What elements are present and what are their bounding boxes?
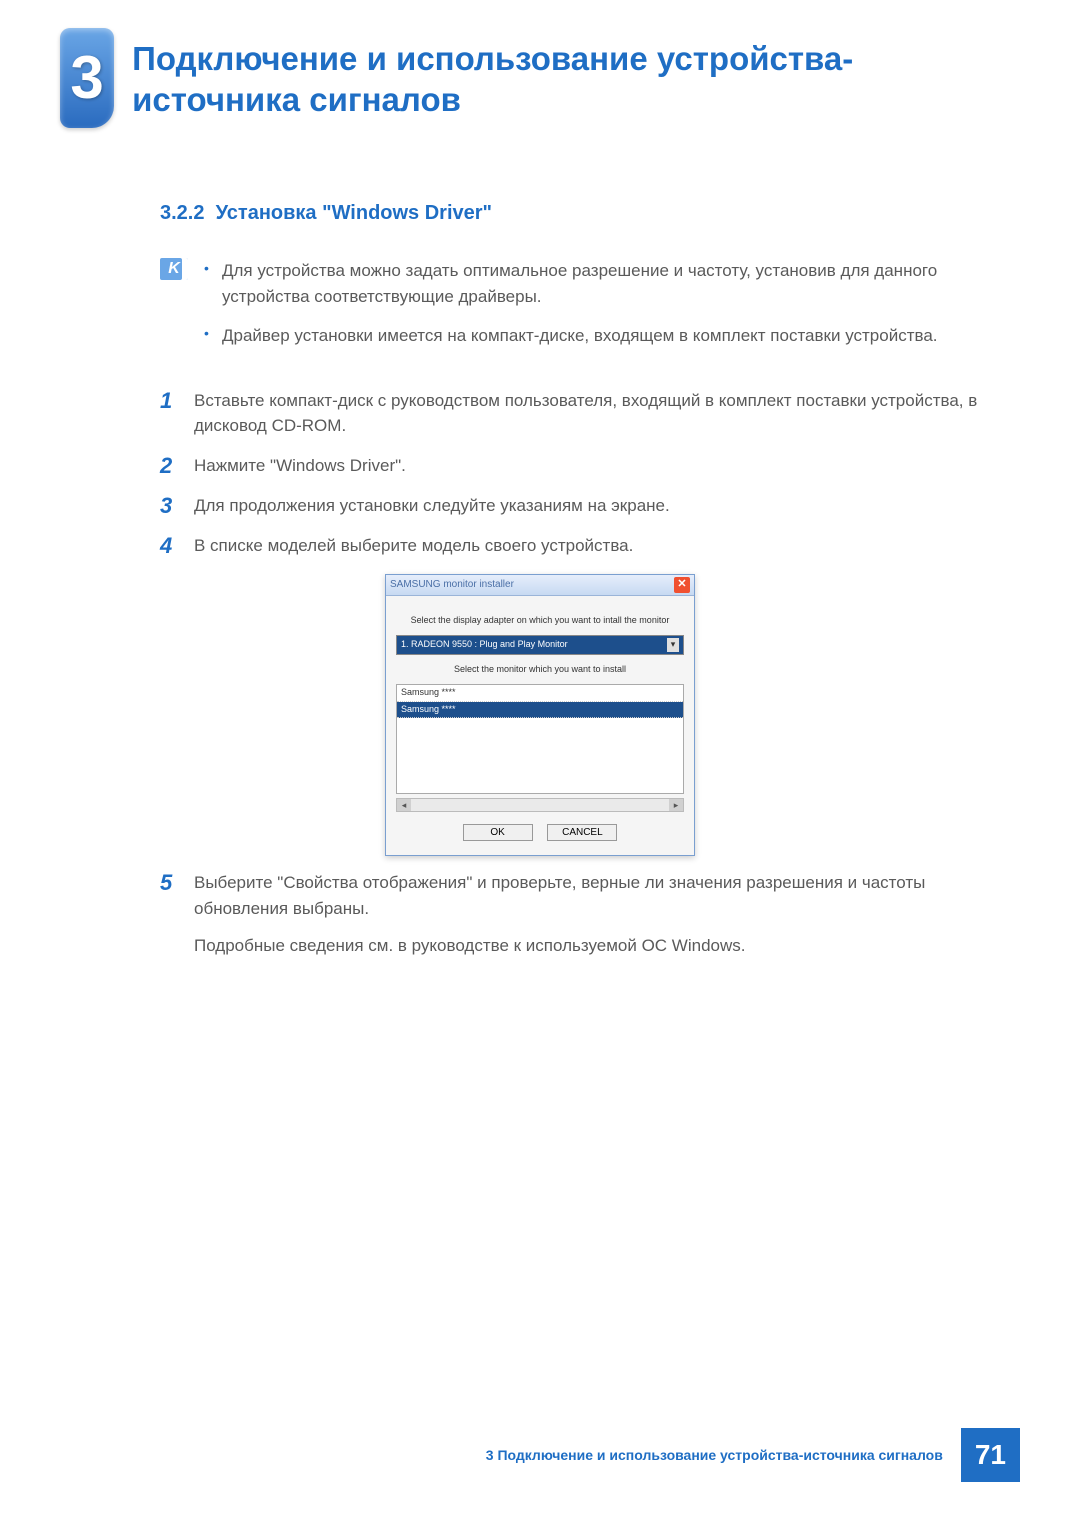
chapter-number: 3 [70, 33, 103, 123]
step-number: 4 [160, 533, 182, 559]
monitor-label: Select the monitor which you want to ins… [396, 663, 684, 677]
steps-list: 1 Вставьте компакт-диск с руководством п… [160, 388, 1020, 560]
horizontal-scrollbar[interactable]: ◂ ▸ [396, 798, 684, 812]
section-number: 3.2.2 [160, 202, 204, 224]
list-item[interactable]: Samsung **** [397, 685, 683, 702]
page-footer: 3 Подключение и использование устройства… [0, 1428, 1080, 1482]
note-block: K Для устройства можно задать оптимально… [160, 258, 1020, 363]
adapter-dropdown[interactable]: 1. RADEON 9550 : Plug and Play Monitor ▾ [396, 635, 684, 655]
footer-text: 3 Подключение и использование устройства… [468, 1428, 961, 1482]
step-text: В списке моделей выберите модель своего … [194, 533, 1020, 559]
installer-window: SAMSUNG monitor installer ✕ Select the d… [385, 574, 695, 857]
chevron-down-icon: ▾ [667, 638, 679, 652]
installer-titlebar: SAMSUNG monitor installer ✕ [386, 575, 694, 596]
step-text: Вставьте компакт-диск с руководством пол… [194, 388, 1020, 439]
steps-list-cont: 5 Выберите "Свойства отображения" и пров… [160, 870, 1020, 959]
step: 2 Нажмите "Windows Driver". [160, 453, 1020, 479]
step-number: 1 [160, 388, 182, 439]
step: 3 Для продолжения установки следуйте ука… [160, 493, 1020, 519]
step-number: 3 [160, 493, 182, 519]
step-text: Для продолжения установки следуйте указа… [194, 493, 1020, 519]
chapter-header: 3 Подключение и использование устройства… [60, 28, 1020, 128]
step: 4 В списке моделей выберите модель своег… [160, 533, 1020, 559]
adapter-label: Select the display adapter on which you … [396, 614, 684, 628]
list-item[interactable]: Samsung **** [397, 702, 683, 719]
scroll-right-icon[interactable]: ▸ [669, 799, 683, 811]
step-text: Выберите "Свойства отображения" и провер… [194, 870, 1020, 959]
step: 5 Выберите "Свойства отображения" и пров… [160, 870, 1020, 959]
monitor-list[interactable]: Samsung **** Samsung **** [396, 684, 684, 794]
chapter-title: Подключение и использование устройства-и… [132, 28, 1020, 121]
note-list: Для устройства можно задать оптимальное … [204, 258, 1020, 363]
scroll-left-icon[interactable]: ◂ [397, 799, 411, 811]
section-title: Установка "Windows Driver" [216, 202, 492, 224]
section-heading: 3.2.2 Установка "Windows Driver" [160, 198, 1020, 228]
page-number: 71 [961, 1428, 1020, 1482]
screenshot: SAMSUNG monitor installer ✕ Select the d… [60, 574, 1020, 857]
cancel-button[interactable]: CANCEL [547, 824, 617, 841]
note-item: Для устройства можно задать оптимальное … [204, 258, 1020, 309]
step-number: 5 [160, 870, 182, 959]
step-number: 2 [160, 453, 182, 479]
note-icon: K [160, 258, 188, 280]
chapter-number-badge: 3 [60, 28, 114, 128]
close-icon[interactable]: ✕ [674, 577, 690, 593]
step: 1 Вставьте компакт-диск с руководством п… [160, 388, 1020, 439]
note-item: Драйвер установки имеется на компакт-дис… [204, 323, 1020, 349]
installer-title-text: SAMSUNG monitor installer [390, 577, 514, 592]
adapter-selected: 1. RADEON 9550 : Plug and Play Monitor [401, 638, 568, 652]
step-text: Нажмите "Windows Driver". [194, 453, 1020, 479]
ok-button[interactable]: OK [463, 824, 533, 841]
